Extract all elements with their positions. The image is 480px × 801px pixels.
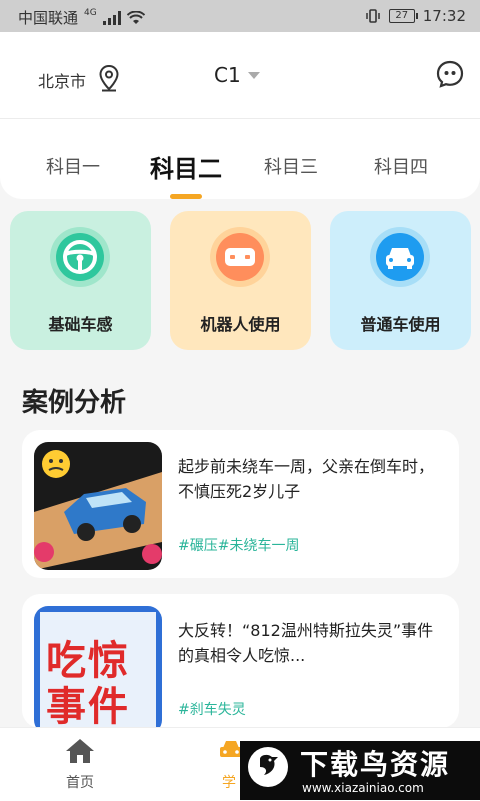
tab-subject-1[interactable]: 科目一 <box>46 153 100 179</box>
battery-level: 27 <box>395 10 409 21</box>
tab-subject-3[interactable]: 科目三 <box>264 153 318 179</box>
article-tags[interactable]: #碾压#未绕车一周 <box>178 535 299 555</box>
tab-subject-2[interactable]: 科目二 <box>150 149 222 184</box>
nav-study-label: 学 <box>222 775 236 791</box>
article-card[interactable]: 起步前未绕车一周，父亲在倒车时，不慎压死2岁儿子 #碾压#未绕车一周 <box>22 430 459 578</box>
signal-icon <box>102 10 121 25</box>
watermark-url: www.xiazainiao.com <box>302 781 424 795</box>
status-bar: 中国联通 4G 27 17:32 <box>0 0 480 32</box>
watermark-title: 下载鸟资源 <box>300 748 451 781</box>
category-label: 普通车使用 <box>360 315 441 334</box>
category-icon-bg <box>210 227 270 287</box>
category-icon-bg <box>370 227 430 287</box>
license-type-selector[interactable]: C1 <box>214 63 241 87</box>
bird-icon <box>250 749 286 785</box>
tab-subject-4[interactable]: 科目四 <box>374 153 428 179</box>
watermark-logo-icon <box>248 747 288 787</box>
watermark: 下载鸟资源 www.xiazainiao.com <box>240 741 480 800</box>
category-icon-bg <box>50 227 110 287</box>
category-card-robot[interactable]: 机器人使用 <box>170 211 311 350</box>
wifi-icon <box>126 10 145 24</box>
article-tags[interactable]: #刹车失灵 <box>178 699 246 719</box>
city-selector[interactable]: 北京市 <box>38 68 86 92</box>
active-tab-indicator <box>170 194 202 199</box>
category-label: 基础车感 <box>48 315 113 334</box>
nav-home[interactable]: 首页 <box>64 738 96 792</box>
article-title: 起步前未绕车一周，父亲在倒车时，不慎压死2岁儿子 <box>178 457 435 501</box>
accident-illustration-icon <box>34 442 162 570</box>
vibrate-icon <box>366 9 380 23</box>
app-header: 北京市 C1 <box>0 32 480 119</box>
article-thumbnail <box>34 442 162 570</box>
network-type: 4G <box>84 7 97 18</box>
message-icon[interactable] <box>436 60 464 88</box>
article-title: 大反转！“812温州特斯拉失灵”事件的真相令人吃惊... <box>178 621 434 665</box>
section-title: 案例分析 <box>22 388 127 418</box>
robot-icon <box>216 233 264 281</box>
category-label: 机器人使用 <box>200 315 281 334</box>
article-card[interactable]: 吃惊 事件 大反转！“812温州特斯拉失灵”事件的真相令人吃惊... #刹车失灵 <box>22 594 459 734</box>
carrier-name: 中国联通 <box>18 9 79 27</box>
category-card-basic-feel[interactable]: 基础车感 <box>10 211 151 350</box>
subject-tabs: 科目一 科目二 科目三 科目四 <box>0 119 480 199</box>
location-pin-icon[interactable] <box>98 64 120 92</box>
article-thumbnail: 吃惊 事件 <box>34 606 162 734</box>
clock: 17:32 <box>422 7 466 25</box>
thumbnail-text: 事件 <box>46 684 130 730</box>
nav-home-label: 首页 <box>66 775 94 791</box>
home-icon <box>66 739 94 763</box>
steering-wheel-icon <box>56 233 104 281</box>
battery-icon: 27 <box>388 9 418 23</box>
chevron-down-icon[interactable] <box>248 72 260 79</box>
car-icon <box>376 233 424 281</box>
category-card-ordinary-car[interactable]: 普通车使用 <box>330 211 471 350</box>
